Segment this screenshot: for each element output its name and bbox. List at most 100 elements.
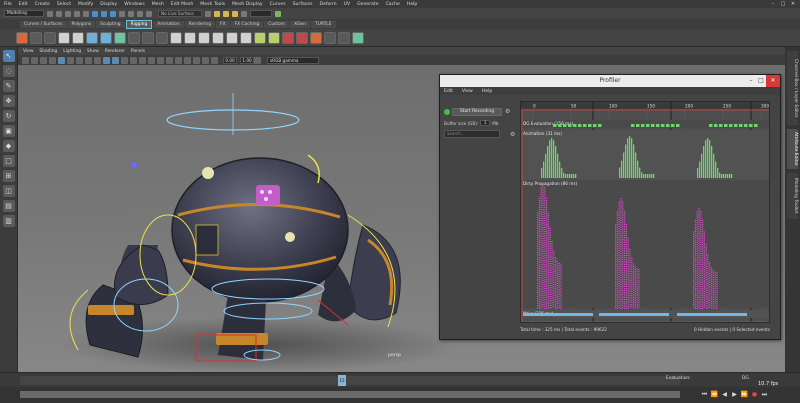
- blend-shape-icon[interactable]: [142, 31, 154, 44]
- play-forward-icon[interactable]: ▶: [730, 390, 739, 399]
- eval-event[interactable]: [661, 124, 665, 127]
- viewport-menu-shading[interactable]: Shading: [39, 49, 57, 54]
- menu-set-select[interactable]: Modeling: [4, 10, 44, 17]
- tab-modeling-toolkit[interactable]: Modeling Toolkit: [787, 173, 798, 219]
- evaluation-mode[interactable]: DG: [742, 376, 749, 381]
- scale-tool-icon[interactable]: ▣: [2, 125, 15, 137]
- eval-event[interactable]: [739, 124, 743, 127]
- menu-uv[interactable]: UV: [344, 2, 351, 7]
- step-back-icon[interactable]: ◀: [720, 390, 729, 399]
- current-frame-marker[interactable]: 15: [338, 375, 346, 386]
- eval-event[interactable]: [709, 124, 713, 127]
- animation-event[interactable]: [633, 144, 635, 178]
- layout-four-icon[interactable]: ⊞: [2, 170, 15, 182]
- animation-event[interactable]: [725, 174, 727, 178]
- ipr-render-icon[interactable]: [232, 10, 238, 17]
- eval-event[interactable]: [588, 124, 592, 127]
- shelf-tab-xgen[interactable]: XGen: [290, 20, 310, 28]
- eval-event[interactable]: [714, 124, 718, 127]
- layout-two-icon[interactable]: ◫: [2, 185, 15, 197]
- animation-event[interactable]: [647, 174, 649, 178]
- menu-help[interactable]: Help: [407, 2, 417, 7]
- humanik-icon[interactable]: [100, 31, 112, 44]
- animation-event[interactable]: [553, 140, 555, 178]
- animation-event[interactable]: [567, 174, 569, 178]
- eval-event[interactable]: [651, 124, 655, 127]
- minimize-icon[interactable]: –: [768, 1, 778, 7]
- animation-event[interactable]: [623, 152, 625, 178]
- animation-event[interactable]: [639, 167, 641, 178]
- step-back-key-icon[interactable]: ⏪: [710, 390, 719, 399]
- animation-event[interactable]: [719, 172, 721, 178]
- animation-event[interactable]: [629, 136, 631, 178]
- history-icon[interactable]: [205, 10, 211, 17]
- profiler-graph-svg[interactable]: 0 50 100 150 200 250 300DG Evaluation (156 ms)…: [521, 102, 770, 323]
- film-gate-icon[interactable]: [67, 56, 74, 64]
- menu-surfaces[interactable]: Surfaces: [293, 2, 313, 7]
- paint-weights-icon[interactable]: [86, 31, 98, 44]
- image-plane-icon[interactable]: [49, 56, 56, 64]
- profiler-search-input[interactable]: Search...: [444, 130, 500, 138]
- open-scene-icon[interactable]: [56, 10, 62, 17]
- profiler-graph[interactable]: 0 50 100 150 200 250 300 DG Evaluation (156 ms)…: [520, 101, 770, 323]
- menu-edit-mesh[interactable]: Edit Mesh: [171, 2, 193, 7]
- eval-event[interactable]: [744, 124, 748, 127]
- profiler-titlebar[interactable]: Profiler: [440, 75, 780, 87]
- xray-joints-icon[interactable]: [202, 56, 209, 64]
- animation-event[interactable]: [731, 174, 733, 178]
- go-to-end-icon[interactable]: ⏭: [760, 390, 769, 399]
- viewport-menu-panels[interactable]: Panels: [131, 49, 145, 54]
- eval-event[interactable]: [636, 124, 640, 127]
- record-settings-icon[interactable]: ⚙: [505, 108, 511, 115]
- profiler-menu-help[interactable]: Help: [482, 89, 492, 94]
- new-scene-icon[interactable]: [47, 10, 53, 17]
- animation-event[interactable]: [627, 138, 629, 178]
- select-object-icon[interactable]: [101, 10, 107, 17]
- layout-single-icon[interactable]: □: [2, 155, 15, 167]
- redo-icon[interactable]: [83, 10, 89, 17]
- eval-event[interactable]: [719, 124, 723, 127]
- main-event[interactable]: [523, 313, 593, 316]
- range-handle[interactable]: [20, 391, 680, 398]
- ambient-occlusion-icon[interactable]: [157, 56, 164, 64]
- animation-event[interactable]: [711, 145, 713, 178]
- menu-mesh-tools[interactable]: Mesh Tools: [200, 2, 225, 7]
- animation-event[interactable]: [699, 161, 701, 178]
- layout-graph-icon[interactable]: ▥: [2, 215, 15, 227]
- tab-attribute-editor[interactable]: Attribute Editor: [787, 129, 798, 169]
- animation-event[interactable]: [571, 174, 573, 178]
- menu-generate[interactable]: Generate: [357, 2, 378, 7]
- animation-event[interactable]: [707, 138, 709, 178]
- eval-event[interactable]: [563, 124, 567, 127]
- animation-event[interactable]: [541, 168, 543, 178]
- animation-event[interactable]: [563, 172, 565, 178]
- shelf-tab-fx-caching[interactable]: FX Caching: [230, 20, 264, 28]
- menu-modify[interactable]: Modify: [78, 2, 93, 7]
- layout-outliner-icon[interactable]: ▤: [2, 200, 15, 212]
- snap-surface-icon[interactable]: [146, 10, 152, 17]
- animation-event[interactable]: [637, 160, 639, 178]
- viewport-menu-view[interactable]: View: [23, 49, 33, 54]
- animation-event[interactable]: [723, 174, 725, 178]
- paint-select-icon[interactable]: ✎: [2, 80, 15, 92]
- isolate-select-icon[interactable]: [184, 56, 191, 64]
- animation-event[interactable]: [701, 153, 703, 178]
- eval-event[interactable]: [729, 124, 733, 127]
- menu-cache[interactable]: Cache: [386, 2, 400, 7]
- rotate-tool-icon[interactable]: ↻: [2, 110, 15, 122]
- shelf-tab-fx[interactable]: FX: [216, 20, 230, 28]
- animation-event[interactable]: [543, 161, 545, 178]
- orient-constraint-icon[interactable]: [198, 31, 210, 44]
- animation-event[interactable]: [641, 172, 643, 178]
- eval-event[interactable]: [593, 124, 597, 127]
- wireframe-on-shaded-icon[interactable]: [121, 56, 128, 64]
- animation-event[interactable]: [573, 174, 575, 178]
- profiler-menu-edit[interactable]: Edit: [444, 89, 453, 94]
- skeleton-icon[interactable]: [310, 31, 322, 44]
- eval-event[interactable]: [676, 124, 680, 127]
- joint-tool-icon[interactable]: [16, 31, 28, 44]
- eval-event[interactable]: [734, 124, 738, 127]
- profiler-ruler[interactable]: [521, 102, 770, 109]
- animation-event[interactable]: [555, 145, 557, 178]
- step-forward-icon[interactable]: ⏩: [740, 390, 749, 399]
